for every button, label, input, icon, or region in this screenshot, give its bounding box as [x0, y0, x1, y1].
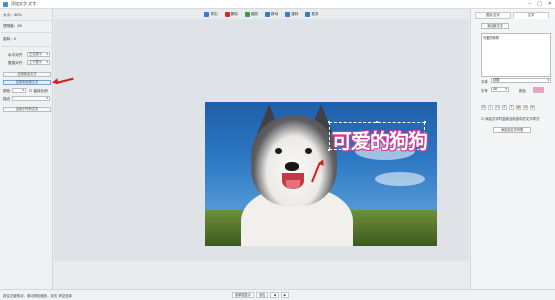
- tab-image-text[interactable]: 图片文字: [475, 12, 511, 19]
- apply-all-text-button[interactable]: 应用于所有文字: [3, 107, 51, 112]
- underline-button[interactable]: U: [495, 105, 500, 110]
- image-canvas[interactable]: 可爱的狗狗: [205, 102, 437, 246]
- text-input[interactable]: 可爱的狗狗: [481, 33, 551, 77]
- minimize-icon[interactable]: –: [529, 1, 532, 7]
- strike-button[interactable]: S: [502, 105, 507, 110]
- border-select[interactable]: [12, 96, 50, 101]
- resize-handle[interactable]: [328, 149, 330, 151]
- apply-this-button[interactable]: 应用到此文字: [3, 72, 51, 77]
- font-select[interactable]: 幼圆: [491, 78, 551, 83]
- copy-style-checkbox[interactable]: ☑ 添加文字时复制当前选中的文字样式: [481, 116, 539, 121]
- dog-eye-left: [275, 148, 282, 154]
- align-right-button[interactable]: ≡: [530, 105, 535, 110]
- dog-tongue: [286, 180, 300, 189]
- color-label: 颜色: [519, 89, 526, 93]
- text-style-button[interactable]: T: [509, 105, 514, 110]
- h-align-select[interactable]: 左右居中: [27, 52, 50, 57]
- align-left-button[interactable]: ≡: [516, 105, 521, 110]
- zoom-icon: [244, 11, 250, 17]
- size-select[interactable]: 48: [491, 87, 509, 92]
- transparency-label: 透明度：85: [3, 24, 22, 28]
- color-swatch[interactable]: [533, 87, 544, 93]
- v-align-select[interactable]: 上下居中: [27, 60, 50, 65]
- v-align-label: 垂直对齐: [8, 61, 23, 65]
- more-button[interactable]: 更多: [305, 11, 319, 17]
- tab-bar: 图片文字 文字: [475, 12, 549, 19]
- dog-nose: [285, 162, 299, 171]
- fit-button[interactable]: 适应: [255, 292, 269, 298]
- divider: [1, 32, 52, 33]
- border-label: 描边: [3, 97, 11, 101]
- cloud: [375, 172, 425, 186]
- editor-stage[interactable]: 可爱的狗狗: [54, 19, 469, 261]
- rotate-button[interactable]: 旋转: [285, 11, 298, 17]
- original-size-button[interactable]: 按原图显示: [232, 292, 254, 298]
- align-center-button[interactable]: ≡: [523, 105, 528, 110]
- add-to-list-button[interactable]: 添加到文字列表: [493, 127, 531, 133]
- right-panel: 图片文字 文字 添加新文字 可爱的狗狗 字体 幼圆 字号 48 颜色 B I U…: [470, 9, 555, 289]
- title-bar: 添加文字 文字 – □ ✕: [0, 0, 555, 9]
- close-icon[interactable]: ✕: [548, 1, 552, 7]
- window-controls: – □ ✕: [529, 1, 552, 7]
- left-panel: 大小：40% 透明度：85 旋转：0 水平对齐 左右居中 垂直对齐 上下居中 应…: [0, 9, 53, 289]
- move-icon: [265, 11, 270, 17]
- resize-handle[interactable]: [328, 121, 330, 123]
- move-button[interactable]: 移动: [265, 11, 278, 17]
- italic-button[interactable]: I: [488, 105, 493, 110]
- bold-button[interactable]: B: [481, 105, 486, 110]
- status-bar: 按住左键拖动，滚动滚轮缩放，双击 清空选择 按原图显示 适应 ◀ ▶: [0, 289, 555, 300]
- next-button[interactable]: ▶: [280, 292, 290, 298]
- prev-button[interactable]: ◀: [270, 292, 279, 298]
- h-align-label: 水平对齐: [8, 53, 23, 57]
- resize-handle[interactable]: [376, 121, 378, 123]
- maximize-icon[interactable]: □: [537, 1, 542, 7]
- app-icon: [3, 1, 8, 7]
- apply-all-button[interactable]: 应用到全部文字: [3, 80, 51, 85]
- export-icon: [204, 11, 210, 17]
- size-label: 字号: [481, 89, 488, 93]
- color-select[interactable]: [12, 88, 26, 93]
- caption-text[interactable]: 可爱的狗狗: [332, 125, 428, 154]
- toolbar: 导出 删除 缩放 移动 旋转 更多: [54, 9, 469, 19]
- more-icon: [305, 11, 311, 17]
- keep-ratio-checkbox[interactable]: ☐ 保持比例: [29, 89, 48, 94]
- rotate-label: 旋转：0: [3, 37, 17, 41]
- color-label: 颜色: [3, 89, 11, 93]
- divider: [1, 20, 52, 21]
- tab-text[interactable]: 文字: [513, 12, 549, 19]
- dog-eye-right: [305, 148, 312, 154]
- font-label: 字体: [481, 80, 488, 84]
- size-label: 大小：40%: [3, 13, 22, 17]
- zoom-button[interactable]: 缩放: [244, 11, 258, 17]
- zoom-controls: 按原图显示 适应 ◀ ▶: [232, 292, 290, 298]
- status-text: 按住左键拖动，滚动滚轮缩放，双击 清空选择: [3, 294, 72, 298]
- rotate-icon: [285, 11, 291, 17]
- delete-icon: [224, 11, 230, 17]
- resize-handle[interactable]: [424, 121, 426, 123]
- divider: [1, 46, 52, 47]
- export-button[interactable]: 导出: [204, 11, 218, 17]
- format-toolbar: B I U S T ≡ ≡ ≡: [481, 105, 535, 110]
- keep-ratio-label: 保持比例: [33, 89, 48, 93]
- add-text-button[interactable]: 添加新文字: [481, 23, 509, 29]
- delete-button[interactable]: 删除: [224, 11, 238, 17]
- copy-style-label: 添加文字时复制当前选中的文字样式: [485, 117, 540, 121]
- window-title: 添加文字 文字: [11, 1, 37, 6]
